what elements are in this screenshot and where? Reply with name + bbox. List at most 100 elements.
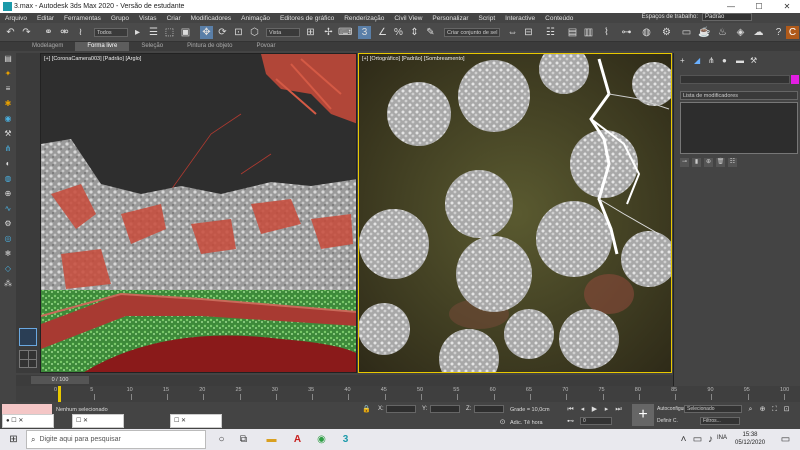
redo-icon[interactable]: ↷ bbox=[20, 26, 33, 39]
zoom-icon[interactable]: ⌕ bbox=[746, 405, 755, 414]
layout-quad-icon[interactable] bbox=[19, 350, 37, 368]
pin-stack-icon[interactable]: ⊸ bbox=[680, 158, 689, 167]
link-icon[interactable]: ⚭ bbox=[42, 26, 55, 39]
menu-personalizar[interactable]: Personalizar bbox=[427, 15, 473, 22]
acrobat-icon[interactable]: A bbox=[290, 432, 305, 447]
curve-editor-icon[interactable]: ⌇ bbox=[600, 26, 613, 39]
utilities-tab-icon[interactable]: ⚒ bbox=[750, 56, 760, 66]
tray-up-icon[interactable]: ˄ bbox=[676, 432, 691, 447]
layer-icon[interactable]: ≡ bbox=[2, 84, 14, 94]
menu-editores-grafico[interactable]: Editores de gráfico bbox=[275, 15, 339, 22]
next-frame-icon[interactable]: ▸ bbox=[602, 405, 611, 414]
zoom-extents-icon[interactable]: ⛶ bbox=[770, 405, 779, 414]
time-tag-icon[interactable]: ⊙ bbox=[498, 418, 507, 427]
cortana-icon[interactable]: ○ bbox=[214, 432, 229, 447]
render-production-icon[interactable]: ♨ bbox=[716, 26, 729, 39]
menu-animacao[interactable]: Animação bbox=[236, 15, 275, 22]
align-icon[interactable]: ⊟ bbox=[522, 26, 535, 39]
rectangle-selection-icon[interactable]: ⬚ bbox=[163, 26, 176, 39]
spacewarp-icon[interactable]: ∿ bbox=[2, 204, 14, 214]
display-icon[interactable]: ◉ bbox=[2, 114, 14, 124]
language-indicator[interactable]: INA bbox=[717, 435, 727, 441]
tab-modelagem[interactable]: Modelagem bbox=[20, 42, 75, 51]
cloud-render-icon[interactable]: ☁ bbox=[752, 26, 765, 39]
lock-selection-icon[interactable]: 🔒 bbox=[362, 405, 371, 414]
ribbon-toggle-icon[interactable]: ▥ bbox=[582, 26, 595, 39]
undo-icon[interactable]: ↶ bbox=[4, 26, 17, 39]
workspace-dropdown[interactable]: Padrão bbox=[702, 13, 752, 21]
material-editor-icon[interactable]: ◍ bbox=[640, 26, 653, 39]
goto-end-icon[interactable]: ⏭ bbox=[614, 405, 623, 414]
modify-tab-icon[interactable]: ◢ bbox=[694, 56, 704, 66]
tab-povoar[interactable]: Povoar bbox=[244, 42, 287, 51]
spinner-snap-icon[interactable]: ⇕ bbox=[408, 26, 421, 39]
play-icon[interactable]: ▶ bbox=[590, 405, 599, 414]
menu-criar[interactable]: Criar bbox=[162, 15, 186, 22]
selection-filter-dropdown[interactable]: Todos bbox=[94, 28, 128, 37]
light-icon[interactable]: ✦ bbox=[2, 69, 14, 79]
scene-explorer-icon[interactable]: ▤ bbox=[566, 26, 579, 39]
angle-snap-icon[interactable]: ∠ bbox=[376, 26, 389, 39]
set-key-label[interactable]: Definir C. bbox=[657, 418, 678, 424]
render-setup-icon[interactable]: ⚙ bbox=[660, 26, 673, 39]
edit-named-selection-icon[interactable]: ✎ bbox=[424, 26, 437, 39]
track-bar[interactable]: 0 5 10 15 20 25 30 35 40 45 50 55 60 65 70 75 80 85 90 95 10… bbox=[16, 386, 800, 402]
mirror-icon[interactable]: ⇔ bbox=[506, 26, 519, 39]
maximize-button[interactable]: ☐ bbox=[746, 0, 772, 13]
chrome-icon[interactable]: ◉ bbox=[314, 432, 329, 447]
hierarchy-tab-icon[interactable]: ⋔ bbox=[708, 56, 718, 66]
workspace-selector[interactable]: Espaços de trabalho: Padrão bbox=[642, 13, 752, 21]
display-tab-icon[interactable]: ▬ bbox=[736, 56, 746, 66]
key-filters-button[interactable]: Filtros... bbox=[700, 417, 740, 425]
hierarchy-icon[interactable]: ⋔ bbox=[2, 144, 14, 154]
menu-conteudo[interactable]: Conteúdo bbox=[540, 15, 578, 22]
time-slider-frame[interactable]: 0 / 100 bbox=[31, 376, 89, 384]
select-object-icon[interactable]: ▸ bbox=[131, 26, 144, 39]
trackbar-current-frame-marker[interactable] bbox=[58, 386, 61, 402]
3dsmax-taskbar-icon[interactable]: 3 bbox=[338, 432, 353, 447]
select-manipulate-icon[interactable]: ✢ bbox=[322, 26, 335, 39]
percent-snap-icon[interactable]: % bbox=[392, 26, 405, 39]
schematic-view-icon[interactable]: ⊶ bbox=[620, 26, 633, 39]
render-icon[interactable]: ☕ bbox=[698, 26, 711, 39]
maxscript-listener[interactable] bbox=[2, 404, 52, 414]
camera-icon[interactable]: ◍ bbox=[2, 174, 14, 184]
zoom-all-icon[interactable]: ⊕ bbox=[758, 405, 767, 414]
add-time-tag[interactable]: Adic. Tê hora bbox=[510, 420, 543, 426]
utility-icon[interactable]: ⚒ bbox=[2, 129, 14, 139]
active-shade-icon[interactable]: ◈ bbox=[734, 26, 747, 39]
scale-icon[interactable]: ⊡ bbox=[232, 26, 245, 39]
notifications-icon[interactable]: ▭ bbox=[778, 432, 793, 447]
key-mode-icon[interactable]: ⊷ bbox=[566, 417, 575, 426]
shape-icon[interactable]: ◇ bbox=[2, 264, 14, 274]
current-frame-field[interactable]: 0 bbox=[580, 417, 612, 425]
viewport-label-camera[interactable]: [+] [CoronaCamera003] [Padrão] [Arglo] bbox=[44, 56, 141, 62]
keyboard-shortcut-icon[interactable]: ⌨ bbox=[338, 26, 352, 39]
layer-explorer-icon[interactable]: ☷ bbox=[544, 26, 557, 39]
windows-start-icon[interactable]: ⊞ bbox=[6, 432, 21, 447]
key-filter-dropdown[interactable]: Selecionado bbox=[684, 405, 742, 413]
viewport-orthographic[interactable]: [+] [Ortográfico] [Padrão] [Sombreamento… bbox=[358, 53, 672, 373]
unlink-icon[interactable]: ⚮ bbox=[58, 26, 71, 39]
prev-frame-icon[interactable]: ◂ bbox=[578, 405, 587, 414]
motion-tab-icon[interactable]: ● bbox=[722, 56, 732, 66]
scene-explorer-icon[interactable]: ▤ bbox=[2, 54, 14, 64]
goto-start-icon[interactable]: ⏮ bbox=[566, 405, 575, 414]
isolate-icon[interactable]: ◎ bbox=[2, 234, 14, 244]
menu-modificadores[interactable]: Modificadores bbox=[186, 15, 236, 22]
rotate-icon[interactable]: ⟳ bbox=[216, 26, 229, 39]
pivot-icon[interactable]: ⊞ bbox=[304, 26, 317, 39]
make-unique-icon[interactable]: ⊕ bbox=[704, 158, 713, 167]
x-coordinate-field[interactable] bbox=[386, 405, 416, 413]
freeze-icon[interactable]: ❄ bbox=[2, 249, 14, 259]
menu-grupo[interactable]: Grupo bbox=[106, 15, 134, 22]
systems-icon[interactable]: ⚙ bbox=[2, 219, 14, 229]
layout-single-icon[interactable] bbox=[19, 328, 37, 346]
menu-interactive[interactable]: Interactive bbox=[500, 15, 540, 22]
particle-icon[interactable]: ⁂ bbox=[2, 279, 14, 289]
tab-forma-livre[interactable]: Forma livre bbox=[75, 42, 130, 51]
minimize-button[interactable]: — bbox=[718, 0, 744, 13]
menu-civil-view[interactable]: Civil View bbox=[389, 15, 427, 22]
remove-modifier-icon[interactable]: 🗑 bbox=[716, 158, 725, 167]
reference-coordinate-dropdown[interactable]: Vista bbox=[266, 28, 300, 37]
